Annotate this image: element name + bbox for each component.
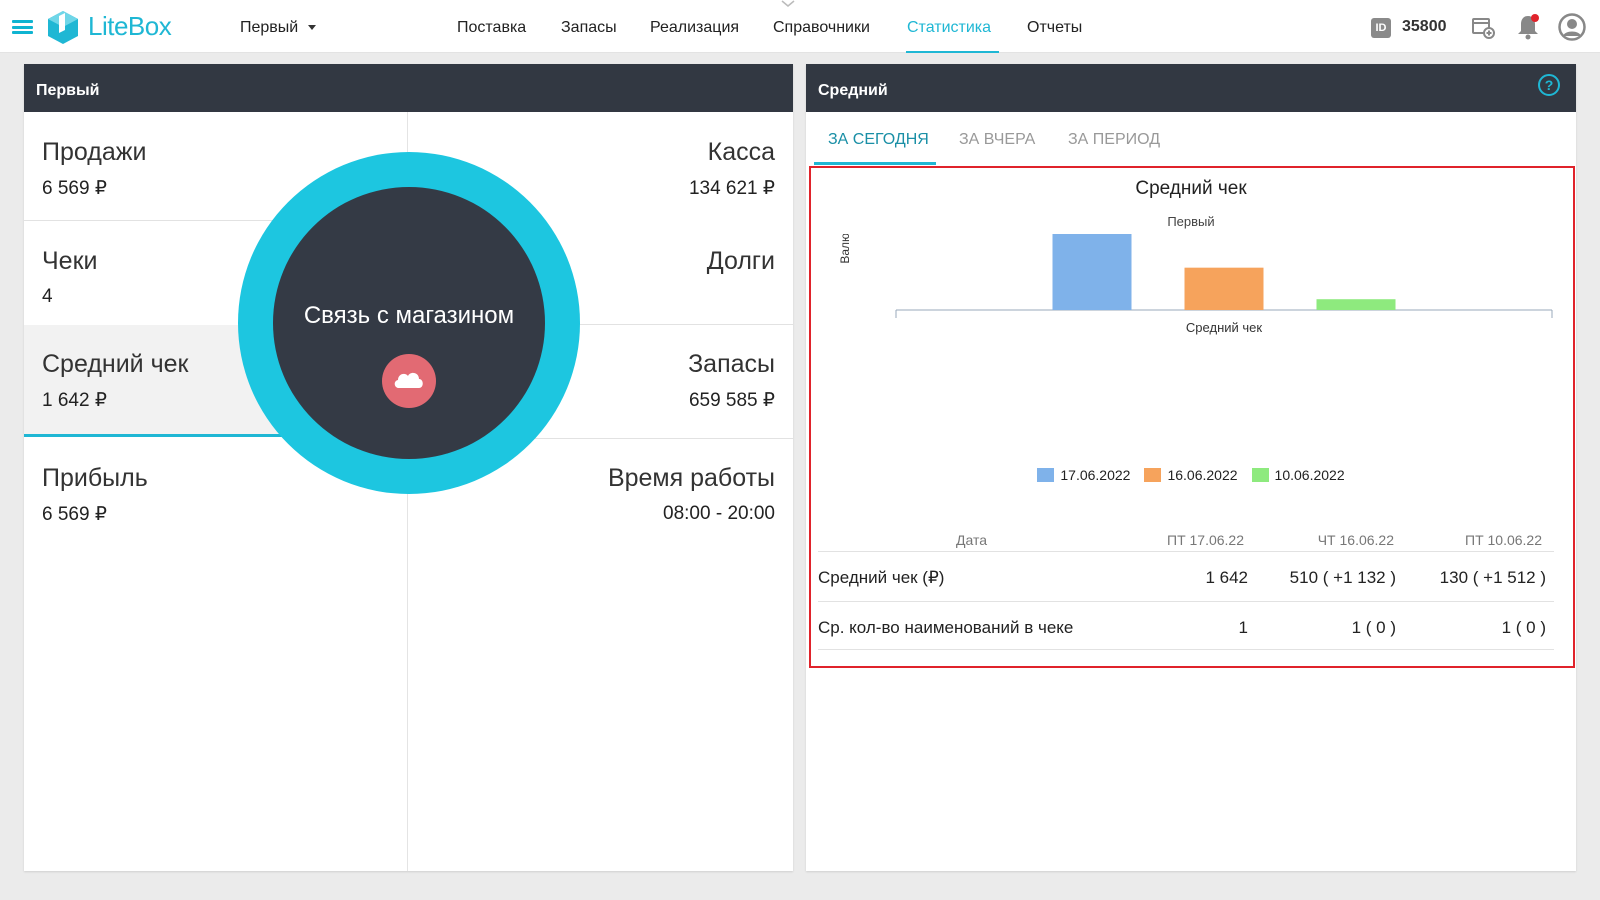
legend-label: 10.06.2022 <box>1274 467 1345 483</box>
nav-item-reports[interactable]: Отчеты <box>1027 19 1082 37</box>
legend-item[interactable]: 16.06.2022 <box>1144 467 1238 483</box>
table-header-col: ПТ 10.06.22 <box>1465 532 1542 548</box>
row-label: Средний чек (₽) <box>818 568 945 587</box>
chevron-down-icon[interactable] <box>781 0 795 8</box>
nav-item-supply[interactable]: Поставка <box>457 19 526 37</box>
brand-name: LiteBox <box>88 11 172 41</box>
stat-stock-value: 659 585 ₽ <box>688 390 775 411</box>
stat-stock[interactable]: Запасы 659 585 ₽ <box>688 350 775 412</box>
store-summary-panel: Первый Продажи 6 569 ₽ Касса 134 621 ₽ Ч… <box>24 64 793 871</box>
stat-stock-label: Запасы <box>688 350 775 378</box>
stat-profit-value: 6 569 ₽ <box>42 504 107 525</box>
table-header: Дата ПТ 17.06.22 ЧТ 16.06.22 ПТ 10.06.22 <box>818 532 1554 552</box>
nav-item-directories[interactable]: Справочники <box>773 19 870 37</box>
avg-check-chart: Валюта (руб) Средний чек <box>838 234 1553 335</box>
legend-item[interactable]: 17.06.2022 <box>1037 467 1130 483</box>
store-connection-badge: Связь с магазином <box>273 187 545 459</box>
bar-10-06-2022 <box>1316 299 1396 310</box>
stat-avg-check[interactable]: Средний чек 1 642 ₽ <box>42 350 188 412</box>
user-avatar-icon[interactable] <box>1558 13 1586 41</box>
table-row: Средний чек (₽) 1 642 510 ( +1 132 ) 130… <box>818 551 1554 600</box>
stat-avg-check-value: 1 642 ₽ <box>42 390 107 411</box>
stat-cash-label: Касса <box>707 138 775 166</box>
nav-active-indicator <box>906 51 999 53</box>
tab-yesterday[interactable]: ЗА ВЧЕРА <box>959 131 1035 149</box>
help-icon[interactable]: ? <box>1538 74 1560 96</box>
tab-period[interactable]: ЗА ПЕРИОД <box>1068 131 1160 149</box>
panel-title: Первый <box>24 64 793 112</box>
legend-swatch <box>1251 468 1269 482</box>
nav-item-statistics[interactable]: Статистика <box>907 19 991 37</box>
table-row: Ср. кол-во наименований в чеке 1 1 ( 0 )… <box>818 601 1554 650</box>
stat-checks[interactable]: Чеки 4 <box>42 247 97 308</box>
bar-17-06-2022 <box>1052 234 1132 310</box>
stat-sales-label: Продажи <box>42 138 147 166</box>
tab-today[interactable]: ЗА СЕГОДНЯ <box>828 131 929 149</box>
row-value: 1 <box>1238 618 1248 637</box>
stat-debts-label: Долги <box>706 247 775 275</box>
stat-hours-value: 08:00 - 20:00 <box>663 503 775 524</box>
legend-swatch <box>1144 468 1162 482</box>
panel-title: Средний ? <box>806 64 1576 112</box>
store-connection-text: Связь с магазином <box>303 302 515 329</box>
chevron-down-icon <box>308 25 317 31</box>
chart-legend: 17.06.2022 16.06.2022 10.06.2022 <box>806 467 1576 483</box>
legend-item[interactable]: 10.06.2022 <box>1251 467 1345 483</box>
litebox-logo-icon <box>48 11 78 44</box>
row-value: 1 ( 0 ) <box>1501 618 1546 637</box>
menu-icon[interactable] <box>12 20 33 34</box>
bell-icon[interactable] <box>1515 13 1541 41</box>
store-selector-label: Первый <box>240 19 299 36</box>
x-axis-label: Средний чек <box>1186 320 1262 335</box>
stat-profit-label: Прибыль <box>42 464 148 492</box>
legend-label: 16.06.2022 <box>1167 467 1238 483</box>
cloud-icon <box>394 372 423 388</box>
top-bar: LiteBox Первый Поставка Запасы Реализаци… <box>0 0 1600 53</box>
table-header-col: ПТ 17.06.22 <box>1167 532 1244 548</box>
nav-item-sales[interactable]: Реализация <box>650 19 739 37</box>
row-value: 510 ( +1 132 ) <box>1289 568 1396 587</box>
stat-hours-label: Время работы <box>607 464 775 492</box>
legend-label: 17.06.2022 <box>1060 467 1131 483</box>
stat-checks-value: 4 <box>42 286 53 307</box>
add-store-icon[interactable] <box>1471 15 1495 39</box>
panel-title-text: Средний <box>818 82 888 99</box>
chart-subtitle: Первый <box>1167 214 1215 229</box>
stat-avg-check-label: Средний чек <box>42 350 189 378</box>
store-selector[interactable]: Первый <box>240 19 317 37</box>
stat-profit[interactable]: Прибыль 6 569 ₽ <box>42 464 148 526</box>
row-label: Ср. кол-во наименований в чеке <box>818 618 1074 637</box>
chart-title: Средний чек <box>1135 178 1247 199</box>
row-value: 130 ( +1 512 ) <box>1439 568 1546 587</box>
stat-debts[interactable]: Долги <box>707 247 775 286</box>
id-icon: ID <box>1371 18 1391 38</box>
account-id: 35800 <box>1402 18 1447 35</box>
row-value: 1 ( 0 ) <box>1351 618 1396 637</box>
stat-sales-value: 6 569 ₽ <box>42 178 107 199</box>
nav-item-stock[interactable]: Запасы <box>561 19 617 37</box>
store-connection-overlay: Связь с магазином <box>238 152 580 494</box>
stat-hours[interactable]: Время работы 08:00 - 20:00 <box>608 464 775 525</box>
y-axis-label: Валюта (руб) <box>838 234 852 264</box>
stat-sales[interactable]: Продажи 6 569 ₽ <box>42 138 146 200</box>
stat-cash-value: 134 621 ₽ <box>688 178 775 199</box>
tab-active-indicator <box>814 162 936 165</box>
period-tabs: ЗА СЕГОДНЯ ЗА ВЧЕРА ЗА ПЕРИОД <box>806 112 1576 166</box>
stat-checks-label: Чеки <box>42 247 98 275</box>
stat-cash[interactable]: Касса 134 621 ₽ <box>689 138 775 200</box>
cloud-button[interactable] <box>382 354 436 408</box>
legend-swatch <box>1037 468 1055 482</box>
row-value: 1 642 <box>1205 568 1248 587</box>
table-header-col: ЧТ 16.06.22 <box>1317 532 1394 548</box>
bar-16-06-2022 <box>1184 267 1264 310</box>
average-check-panel: Средний ? ЗА СЕГОДНЯ ЗА ВЧЕРА ЗА ПЕРИОД … <box>806 64 1576 871</box>
table-header-date: Дата <box>956 532 988 548</box>
